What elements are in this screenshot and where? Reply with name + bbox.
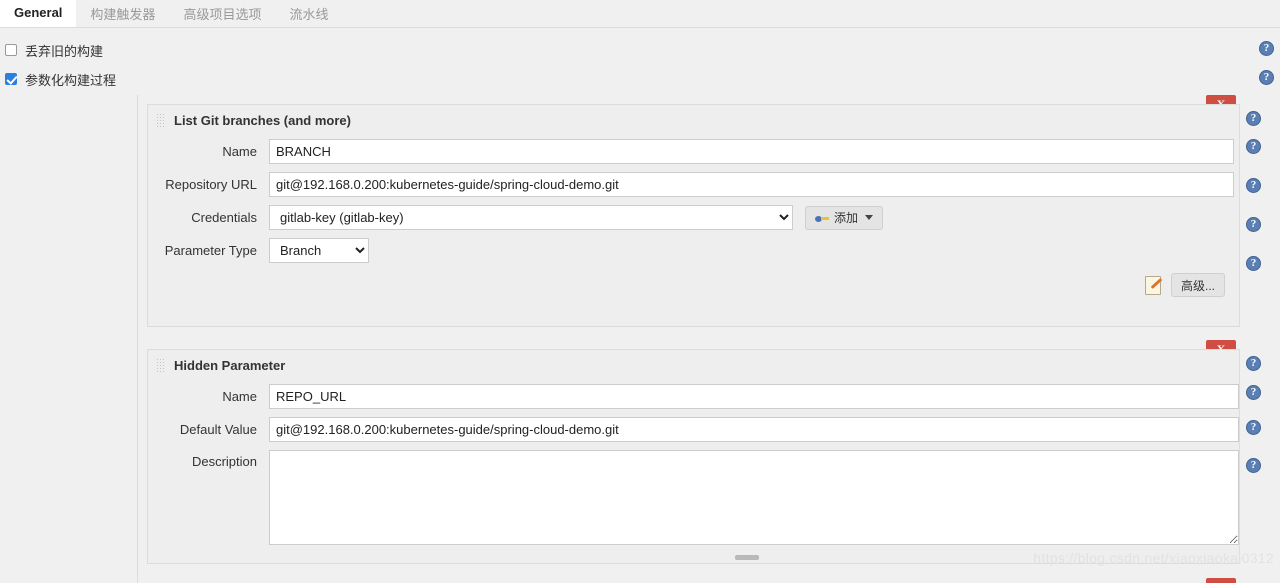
help-icon-credentials[interactable]: ?	[1246, 217, 1261, 232]
delete-parameter-button-3[interactable]	[1206, 578, 1236, 583]
tab-general[interactable]: General	[0, 0, 76, 27]
parameter-type-select[interactable]: Branch	[269, 238, 369, 263]
credentials-select[interactable]: gitlab-key (gitlab-key)	[269, 205, 793, 230]
help-icon-parameter-block-2[interactable]: ?	[1246, 356, 1261, 371]
field-label: Name	[148, 144, 269, 159]
hidden-name-input[interactable]	[269, 384, 1239, 409]
advanced-button[interactable]: 高级...	[1171, 273, 1225, 297]
help-icon-parameterized-build[interactable]: ?	[1259, 70, 1274, 85]
key-icon	[815, 213, 829, 223]
help-icon-name-1[interactable]: ?	[1246, 139, 1261, 154]
field-label: Description	[148, 450, 269, 469]
help-icon-discard-old-builds[interactable]: ?	[1259, 41, 1274, 56]
field-label: Repository URL	[148, 177, 269, 192]
description-textarea[interactable]	[269, 450, 1239, 545]
option-discard-old-builds[interactable]: 丢弃旧的构建	[5, 41, 103, 59]
notepad-pencil-icon	[1143, 275, 1163, 295]
help-icon-description[interactable]: ?	[1246, 458, 1261, 473]
help-icon-repository-url[interactable]: ?	[1246, 178, 1261, 193]
field-label: Credentials	[148, 210, 269, 225]
parameter-header: Hidden Parameter	[148, 350, 1239, 380]
advanced-label: 高级...	[1181, 277, 1215, 294]
add-credentials-label: 添加	[834, 209, 858, 226]
tab-label: 构建触发器	[90, 4, 155, 23]
tab-pipeline[interactable]: 流水线	[275, 0, 342, 27]
parameter-block-hidden-parameter: Hidden Parameter Name Default Value Desc…	[147, 349, 1240, 564]
discard-old-builds-checkbox[interactable]	[5, 44, 17, 56]
option-label: 参数化构建过程	[25, 70, 116, 89]
drag-handle-icon[interactable]	[156, 113, 166, 127]
field-row-credentials: Credentials gitlab-key (gitlab-key) 添加	[148, 201, 1239, 234]
field-row-default-value: Default Value	[148, 413, 1239, 446]
field-row-name: Name	[148, 380, 1239, 413]
field-label: Default Value	[148, 422, 269, 437]
field-row-description: Description	[148, 446, 1239, 549]
tab-label: 高级项目选项	[183, 4, 261, 23]
parameterized-build-checkbox[interactable]	[5, 73, 17, 85]
name-input[interactable]	[269, 139, 1234, 164]
help-icon-parameter-block-1[interactable]: ?	[1246, 111, 1261, 126]
option-label: 丢弃旧的构建	[25, 41, 103, 60]
add-credentials-button[interactable]: 添加	[805, 206, 883, 230]
tab-bar: General 构建触发器 高级项目选项 流水线	[0, 0, 1280, 28]
help-icon-parameter-type[interactable]: ?	[1246, 256, 1261, 271]
panel-resize-handle[interactable]	[735, 555, 759, 560]
field-row-repository-url: Repository URL	[148, 168, 1239, 201]
parameter-title: Hidden Parameter	[174, 358, 285, 373]
parameter-block-git-branches: List Git branches (and more) Name Reposi…	[147, 104, 1240, 327]
option-parameterized-build[interactable]: 参数化构建过程	[5, 70, 116, 88]
content-divider	[137, 95, 138, 583]
field-label: Name	[148, 389, 269, 404]
parameter-header: List Git branches (and more)	[148, 105, 1239, 135]
parameter-title: List Git branches (and more)	[174, 113, 351, 128]
tab-advanced-project-options[interactable]: 高级项目选项	[169, 0, 275, 27]
watermark: https://blog.csdn.net/xiaoxiaokai0312	[1033, 550, 1274, 566]
help-icon-default-value[interactable]: ?	[1246, 420, 1261, 435]
field-row-parameter-type: Parameter Type Branch	[148, 234, 1239, 267]
help-icon-name-2[interactable]: ?	[1246, 385, 1261, 400]
tab-build-triggers[interactable]: 构建触发器	[76, 0, 169, 27]
tab-label: 流水线	[289, 4, 328, 23]
tab-label: General	[14, 5, 62, 20]
chevron-down-icon	[865, 215, 873, 220]
default-value-input[interactable]	[269, 417, 1239, 442]
drag-handle-icon[interactable]	[156, 358, 166, 372]
repository-url-input[interactable]	[269, 172, 1234, 197]
advanced-row: 高级...	[148, 267, 1239, 307]
field-row-name: Name	[148, 135, 1239, 168]
field-label: Parameter Type	[148, 243, 269, 258]
